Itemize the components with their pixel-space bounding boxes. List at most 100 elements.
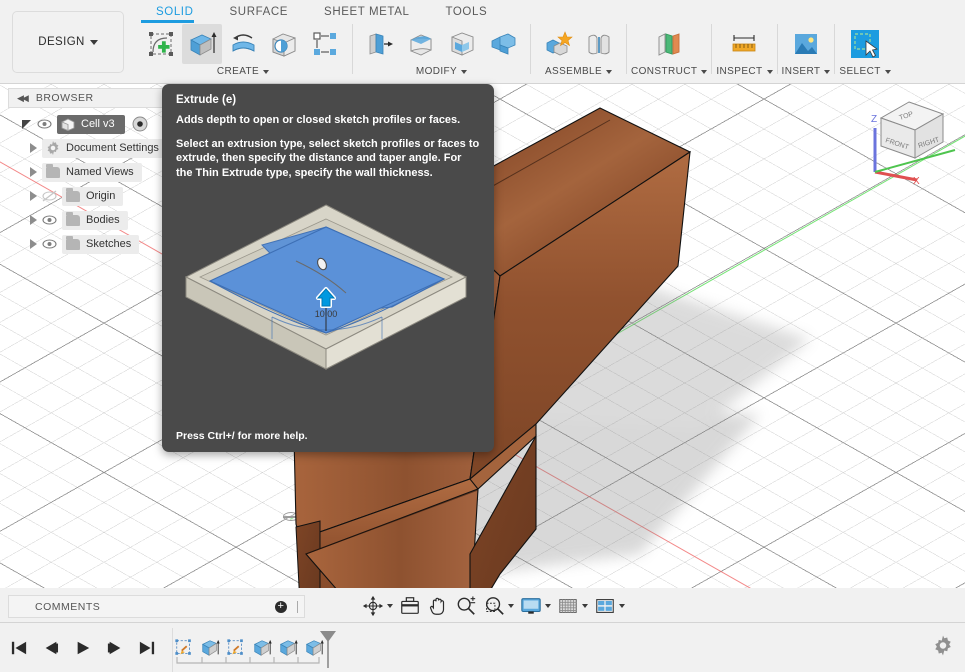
expand-arrow-icon[interactable] xyxy=(30,167,37,177)
display-settings-icon[interactable] xyxy=(518,593,553,619)
press-pull-icon[interactable] xyxy=(360,24,400,64)
sidebar-item-label: Origin xyxy=(86,190,116,202)
select-icon[interactable] xyxy=(845,24,885,64)
bodies-pill[interactable]: Bodies xyxy=(62,210,128,230)
eye-icon[interactable] xyxy=(37,118,52,130)
zoom-icon[interactable] xyxy=(453,593,479,619)
design-workspace-button[interactable]: DESIGN xyxy=(12,11,124,73)
navigation-bar xyxy=(360,592,627,620)
grid-snap-icon[interactable] xyxy=(555,593,590,619)
document-settings-pill[interactable]: Document Settings xyxy=(42,138,167,158)
folder-icon xyxy=(66,187,80,202)
timeline-end-marker[interactable] xyxy=(318,630,338,672)
comments-label: COMMENTS xyxy=(35,600,101,613)
ribbon-group-create: CREATE xyxy=(138,23,348,81)
view-cube[interactable]: Z X TOP FRONT RIGHT xyxy=(855,88,959,184)
ribbon-group-select-label[interactable]: SELECT xyxy=(839,66,891,77)
extrude-icon[interactable] xyxy=(182,24,222,64)
shell-icon[interactable] xyxy=(442,24,482,64)
expand-arrow-icon[interactable] xyxy=(30,191,37,201)
tab-surface[interactable]: SURFACE xyxy=(212,3,307,22)
chevron-down-icon[interactable] xyxy=(545,604,551,608)
joint-icon[interactable] xyxy=(579,24,619,64)
timeline-features xyxy=(172,627,336,672)
insert-label-text: INSERT xyxy=(781,66,821,77)
revolve-icon[interactable] xyxy=(223,24,263,64)
step-back-icon[interactable] xyxy=(40,637,62,659)
ribbon-divider xyxy=(711,24,713,74)
timeline-divider xyxy=(172,627,173,672)
folder-icon xyxy=(66,235,80,250)
ribbon-divider xyxy=(834,24,836,74)
chevron-down-icon[interactable] xyxy=(508,604,514,608)
step-forward-icon[interactable] xyxy=(104,637,126,659)
combine-icon[interactable] xyxy=(483,24,523,64)
ribbon-group-select: SELECT xyxy=(839,23,891,81)
chevron-down-icon xyxy=(263,69,270,74)
measure-icon[interactable] xyxy=(724,24,764,64)
viewcube-x-axis xyxy=(874,170,918,182)
tab-tools[interactable]: TOOLS xyxy=(427,3,505,22)
gear-icon[interactable] xyxy=(933,635,953,660)
fusion360-window: Z X TOP FRONT RIGHT DESIGN SOLID SURFACE… xyxy=(0,0,965,672)
fillet-icon[interactable] xyxy=(401,24,441,64)
cell-v3-pill[interactable]: Cell v3 xyxy=(57,114,125,134)
named-views-pill[interactable]: Named Views xyxy=(42,162,142,182)
viewports-icon[interactable] xyxy=(592,593,627,619)
expand-arrow-open-icon[interactable] xyxy=(22,119,31,129)
origin-pill[interactable]: Origin xyxy=(62,186,124,206)
chevron-down-icon[interactable] xyxy=(387,604,393,608)
orbit-icon[interactable] xyxy=(360,593,395,619)
insert-image-icon[interactable] xyxy=(786,24,826,64)
eye-icon[interactable] xyxy=(42,214,57,226)
chevron-down-icon[interactable] xyxy=(582,604,588,608)
ribbon-group-insert-label[interactable]: INSERT xyxy=(782,66,831,77)
chevron-down-icon xyxy=(606,69,613,74)
browser-title: BROWSER xyxy=(35,92,94,104)
ribbon-group-construct-label[interactable]: CONSTRUCT xyxy=(631,66,708,77)
tooltip-title: Extrude (e) xyxy=(176,94,237,106)
ribbon-group-assemble-label[interactable]: ASSEMBLE xyxy=(545,66,613,77)
hole-icon[interactable] xyxy=(264,24,304,64)
tooltip-footer: Press Ctrl+/ for more help. xyxy=(176,430,308,442)
timeline-connector xyxy=(176,656,320,664)
collapse-left-icon[interactable]: ◀◀ xyxy=(17,93,29,104)
sketches-pill[interactable]: Sketches xyxy=(62,234,140,254)
eye-icon[interactable] xyxy=(42,238,57,250)
go-to-beginning-icon[interactable] xyxy=(8,637,30,659)
expand-arrow-icon[interactable] xyxy=(30,215,37,225)
offset-plane-icon[interactable] xyxy=(649,24,689,64)
ribbon-group-modify-label[interactable]: MODIFY xyxy=(416,66,468,77)
add-comment-icon[interactable]: + xyxy=(275,600,287,613)
ribbon-divider xyxy=(776,24,778,74)
tooltip-paragraph-1: Adds depth to open or closed sketch prof… xyxy=(176,114,461,126)
eye-hidden-icon[interactable] xyxy=(42,190,57,202)
chevron-down-icon xyxy=(824,69,831,74)
ribbon-divider xyxy=(626,24,627,74)
expand-arrow-icon[interactable] xyxy=(30,239,37,249)
pan-icon[interactable] xyxy=(425,593,451,619)
folder-icon xyxy=(46,163,60,178)
component-icon xyxy=(61,117,75,131)
create-sketch-icon[interactable] xyxy=(141,24,181,64)
tab-sheet-metal[interactable]: SHEET METAL xyxy=(306,3,427,22)
zoom-window-icon[interactable] xyxy=(481,593,516,619)
sidebar-item-label: Cell v3 xyxy=(81,118,115,130)
expand-arrow-icon[interactable] xyxy=(30,143,37,153)
ribbon-group-inspect-label[interactable]: INSPECT xyxy=(716,66,773,77)
chevron-down-icon[interactable] xyxy=(619,604,625,608)
create-label-text: CREATE xyxy=(216,66,260,77)
look-at-icon[interactable] xyxy=(397,593,423,619)
ribbon-group-create-label[interactable]: CREATE xyxy=(216,66,270,77)
go-to-end-icon[interactable] xyxy=(136,637,158,659)
timeline-bar xyxy=(0,622,965,672)
play-icon[interactable] xyxy=(72,637,94,659)
sidebar-item-label: Sketches xyxy=(86,238,132,250)
comments-panel[interactable]: COMMENTS + xyxy=(8,595,305,618)
resize-grip[interactable] xyxy=(297,600,298,613)
main-toolbar: DESIGN SOLID SURFACE SHEET METAL TOOLS C… xyxy=(0,0,965,84)
activate-component-icon[interactable] xyxy=(132,116,148,132)
pattern-icon[interactable] xyxy=(305,24,345,64)
ribbon-group-assemble: ASSEMBLE xyxy=(535,23,622,81)
new-component-icon[interactable] xyxy=(538,24,578,64)
